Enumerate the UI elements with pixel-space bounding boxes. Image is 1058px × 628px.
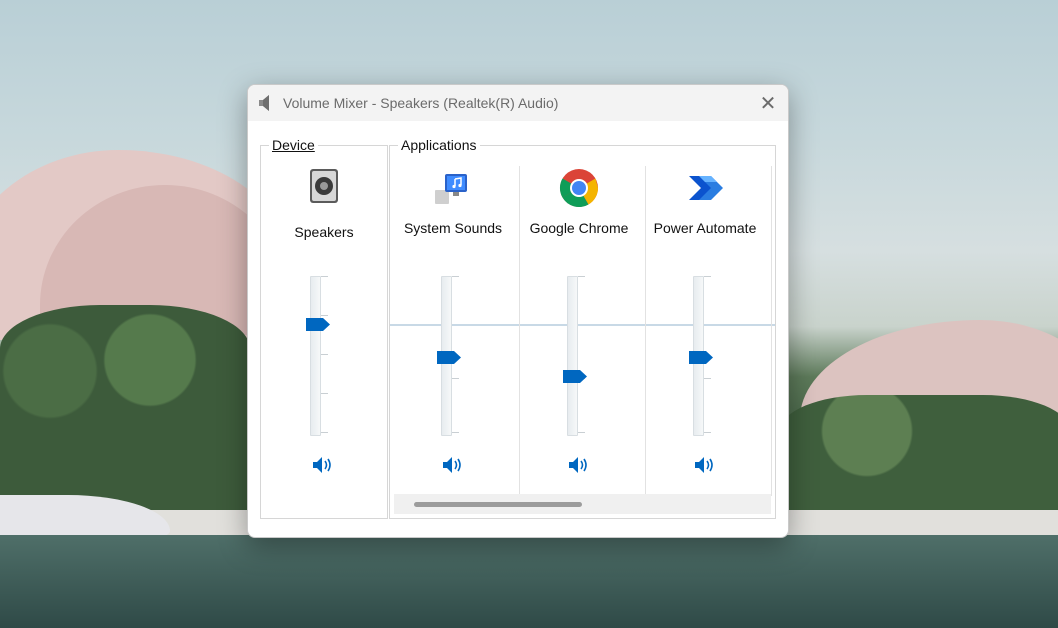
channel-divider bbox=[771, 166, 772, 496]
channel-label: Power Automate bbox=[653, 220, 757, 236]
slider-tick bbox=[704, 276, 711, 277]
speaker-icon bbox=[259, 95, 269, 111]
volume-slider-track[interactable] bbox=[567, 276, 578, 436]
forest bbox=[780, 395, 1058, 515]
close-icon: ✕ bbox=[759, 92, 777, 115]
chrome-icon[interactable] bbox=[559, 168, 599, 208]
forest bbox=[0, 305, 250, 525]
slider-tick bbox=[321, 354, 328, 355]
slider-tick bbox=[578, 432, 585, 433]
slider-tick bbox=[321, 393, 328, 394]
mute-speaker-icon[interactable] bbox=[312, 456, 334, 474]
slider-tick bbox=[704, 432, 711, 433]
window-title: Volume Mixer - Speakers (Realtek(R) Audi… bbox=[283, 95, 559, 111]
mute-speaker-icon[interactable] bbox=[694, 456, 716, 474]
slider-tick bbox=[578, 276, 585, 277]
power-automate-icon[interactable] bbox=[685, 168, 725, 208]
slider-tick bbox=[452, 432, 459, 433]
volume-slider-thumb[interactable] bbox=[437, 351, 461, 364]
volume-slider-thumb[interactable] bbox=[563, 370, 587, 383]
scrollbar-thumb[interactable] bbox=[414, 502, 582, 507]
speaker-icon[interactable] bbox=[304, 166, 344, 206]
slider-tick bbox=[704, 378, 711, 379]
volume-slider-thumb[interactable] bbox=[306, 318, 330, 331]
channel-label: Google Chrome bbox=[529, 220, 629, 236]
lake bbox=[0, 535, 1058, 628]
slider-tick bbox=[321, 276, 328, 277]
applications-group: Applications System Sounds Google Chrome… bbox=[389, 137, 776, 519]
channel-system-sounds: System Sounds bbox=[390, 146, 516, 496]
close-button[interactable]: ✕ bbox=[748, 85, 788, 121]
channel-label: Speakers bbox=[294, 224, 354, 240]
slider-tick bbox=[321, 315, 328, 316]
channel-speakers: Speakers bbox=[261, 146, 387, 496]
horizontal-scrollbar[interactable] bbox=[394, 494, 771, 514]
device-group: Device Speakers bbox=[260, 137, 388, 519]
system-sounds-icon[interactable] bbox=[433, 168, 473, 208]
channel-power-automate: Power Automate bbox=[642, 146, 768, 496]
slider-tick bbox=[452, 378, 459, 379]
slider-tick bbox=[452, 276, 459, 277]
channel-label: System Sounds bbox=[403, 220, 503, 236]
mute-speaker-icon[interactable] bbox=[442, 456, 464, 474]
volume-slider-track[interactable] bbox=[310, 276, 321, 436]
mute-speaker-icon[interactable] bbox=[568, 456, 590, 474]
slider-tick bbox=[321, 432, 328, 433]
volume-slider-thumb[interactable] bbox=[689, 351, 713, 364]
title-bar[interactable]: Volume Mixer - Speakers (Realtek(R) Audi… bbox=[248, 85, 788, 121]
volume-mixer-window: Volume Mixer - Speakers (Realtek(R) Audi… bbox=[247, 84, 789, 538]
channel-google-chrome: Google Chrome bbox=[516, 146, 642, 496]
